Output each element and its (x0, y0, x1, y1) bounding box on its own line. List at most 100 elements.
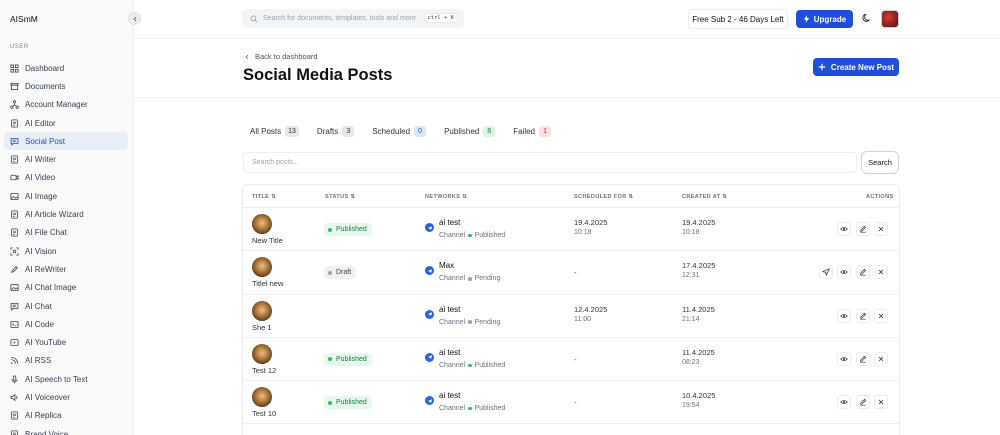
view-post-button[interactable] (837, 351, 851, 366)
sidebar-item-account-manager[interactable]: Account Manager (4, 96, 128, 114)
sidebar-item-brand-voice[interactable]: Brand Voice (4, 425, 128, 435)
sidebar-item-label: AI Editor (25, 118, 56, 128)
channel-label: Channel (439, 405, 466, 413)
search-button[interactable]: Search (861, 151, 899, 174)
scheduled-date: - (574, 354, 577, 364)
table-row[interactable]: New Title Published ai test Channel Publishe… (243, 208, 899, 252)
view-post-button[interactable] (837, 222, 851, 236)
delete-post-button[interactable] (874, 351, 888, 366)
sidebar-item-social-post[interactable]: Social Post (4, 132, 128, 151)
scheduled-date: 12.4.2025 (574, 304, 608, 314)
edit-post-button[interactable] (856, 395, 870, 410)
post-thumbnail (252, 387, 272, 408)
sidebar-item-ai-article-wizard[interactable]: AI Article Wizard (4, 205, 128, 223)
network-status-dot (468, 363, 472, 368)
upgrade-button[interactable]: Upgrade (796, 10, 853, 28)
column-header-scheduled[interactable]: SCHEDULED FOR ⇅ (574, 194, 634, 200)
table-row[interactable]: She 1 ai test Channel Pending 12.4.2025 11:00… (243, 295, 899, 338)
delete-post-button[interactable] (874, 222, 888, 236)
plan-badge[interactable]: Free Sub 2 - 46 Days Left (688, 9, 788, 29)
column-header-networks[interactable]: NETWORKS ⇅ (425, 194, 467, 200)
sidebar-item-ai-file-chat[interactable]: AI File Chat (4, 224, 128, 242)
close-icon (877, 355, 885, 363)
delete-post-button[interactable] (874, 265, 888, 280)
pen-icon (10, 265, 19, 274)
tab-failed[interactable]: Failed 1 (513, 126, 552, 137)
channel-label: Channel (439, 275, 466, 283)
edit-post-button[interactable] (856, 265, 870, 280)
sidebar-item-ai-writer[interactable]: AI Writer (4, 150, 128, 168)
tab-drafts[interactable]: Drafts 3 (317, 126, 355, 137)
table-row[interactable]: Titlel new Draft Max Channel Pending - 17.4.20… (243, 251, 899, 295)
edit-icon (859, 268, 867, 276)
edit-post-button[interactable] (856, 351, 870, 366)
scheduled-time: 11:00 (574, 315, 591, 323)
sidebar-item-ai-rss[interactable]: AI RSS (4, 352, 128, 370)
status-label: Draft (336, 269, 352, 277)
column-header-title[interactable]: TITLE ⇅ (252, 194, 276, 200)
tab-count-badge: 3 (342, 126, 355, 137)
sidebar-item-dashboard[interactable]: Dashboard (4, 59, 128, 77)
network-icon (10, 100, 19, 110)
column-header-created[interactable]: CREATED AT ⇅ (682, 194, 727, 200)
page-title: Social Media Posts (243, 66, 393, 84)
table-row[interactable]: Test 10 Published ai test Channel Published -… (243, 381, 899, 425)
tab-scheduled[interactable]: Scheduled 0 (372, 126, 427, 137)
sidebar-item-ai-chat[interactable]: AI Chat (4, 297, 128, 315)
sidebar-item-ai-code[interactable]: AI Code (4, 315, 128, 333)
sidebar-item-ai-voiceover[interactable]: AI Voiceover (4, 388, 128, 406)
theme-toggle[interactable] (861, 12, 873, 24)
back-link-label: Back to dashboard (255, 52, 318, 61)
delete-post-button[interactable] (874, 395, 888, 410)
play-icon (10, 338, 19, 347)
view-post-button[interactable] (837, 395, 851, 410)
chevron-left-icon (133, 16, 136, 21)
sidebar-item-ai-rewriter[interactable]: AI ReWriter (4, 260, 128, 278)
sidebar-item-ai-editor[interactable]: AI Editor (4, 114, 128, 132)
create-new-post-button[interactable]: Create New Post (813, 58, 899, 76)
close-icon (877, 268, 885, 276)
terminal-icon (10, 320, 19, 329)
created-time: 08:23 (682, 358, 700, 366)
created-time: 12:31 (682, 272, 700, 280)
eye-icon (840, 312, 848, 320)
search-posts-input[interactable]: Search posts... (243, 152, 857, 173)
sidebar-item-ai-video[interactable]: AI Video (4, 169, 128, 187)
sidebar-item-ai-vision[interactable]: AI Vision (4, 242, 128, 260)
publish-now-button[interactable] (819, 265, 833, 280)
network-status: Published (474, 361, 506, 369)
eye-icon (840, 398, 848, 406)
edit-icon (859, 355, 867, 363)
sidebar-item-label: AI File Chat (25, 228, 67, 238)
edit-post-button[interactable] (856, 222, 870, 236)
back-to-dashboard-link[interactable]: Back to dashboard (244, 52, 318, 61)
send-icon (822, 268, 830, 277)
collapse-sidebar-button[interactable] (128, 12, 141, 25)
scheduled-date: - (574, 268, 577, 278)
sidebar-item-ai-replica[interactable]: AI Replica (4, 407, 128, 425)
tab-all-posts[interactable]: All Posts 13 (250, 126, 299, 137)
tab-published[interactable]: Published 8 (444, 126, 496, 137)
sidebar-item-ai-youtube[interactable]: AI YouTube (4, 333, 128, 351)
edit-post-button[interactable] (856, 308, 870, 323)
view-post-button[interactable] (837, 265, 851, 280)
chevron-left-icon (245, 54, 249, 59)
sidebar-item-ai-image[interactable]: AI Image (4, 187, 128, 205)
network-status: Published (474, 405, 506, 413)
table-row[interactable]: Test 12 Published ai test Channel Published -… (243, 338, 899, 382)
posts-table: TITLE ⇅ STATUS ⇅ NETWORKS ⇅ SCHEDULED FO… (242, 184, 900, 435)
tab-count-badge: 0 (414, 126, 427, 137)
status-label: Published (336, 355, 367, 363)
delete-post-button[interactable] (874, 308, 888, 323)
sidebar-item-ai-chat-image[interactable]: AI Chat Image (4, 279, 128, 297)
view-post-button[interactable] (837, 308, 851, 323)
sidebar-item-label: AI Writer (25, 155, 56, 165)
sidebar-item-documents[interactable]: Documents (4, 77, 128, 95)
sidebar-item-label: AI Vision (25, 246, 57, 256)
global-search-input[interactable]: Search for documents, templates, tools a… (242, 9, 464, 28)
network-name: Max (439, 261, 455, 271)
column-header-status[interactable]: STATUS ⇅ (325, 194, 356, 200)
sidebar-item-ai-speech-to-text[interactable]: AI Speech to Text (4, 370, 128, 388)
microphone-icon (10, 375, 19, 384)
user-avatar[interactable] (881, 10, 899, 28)
